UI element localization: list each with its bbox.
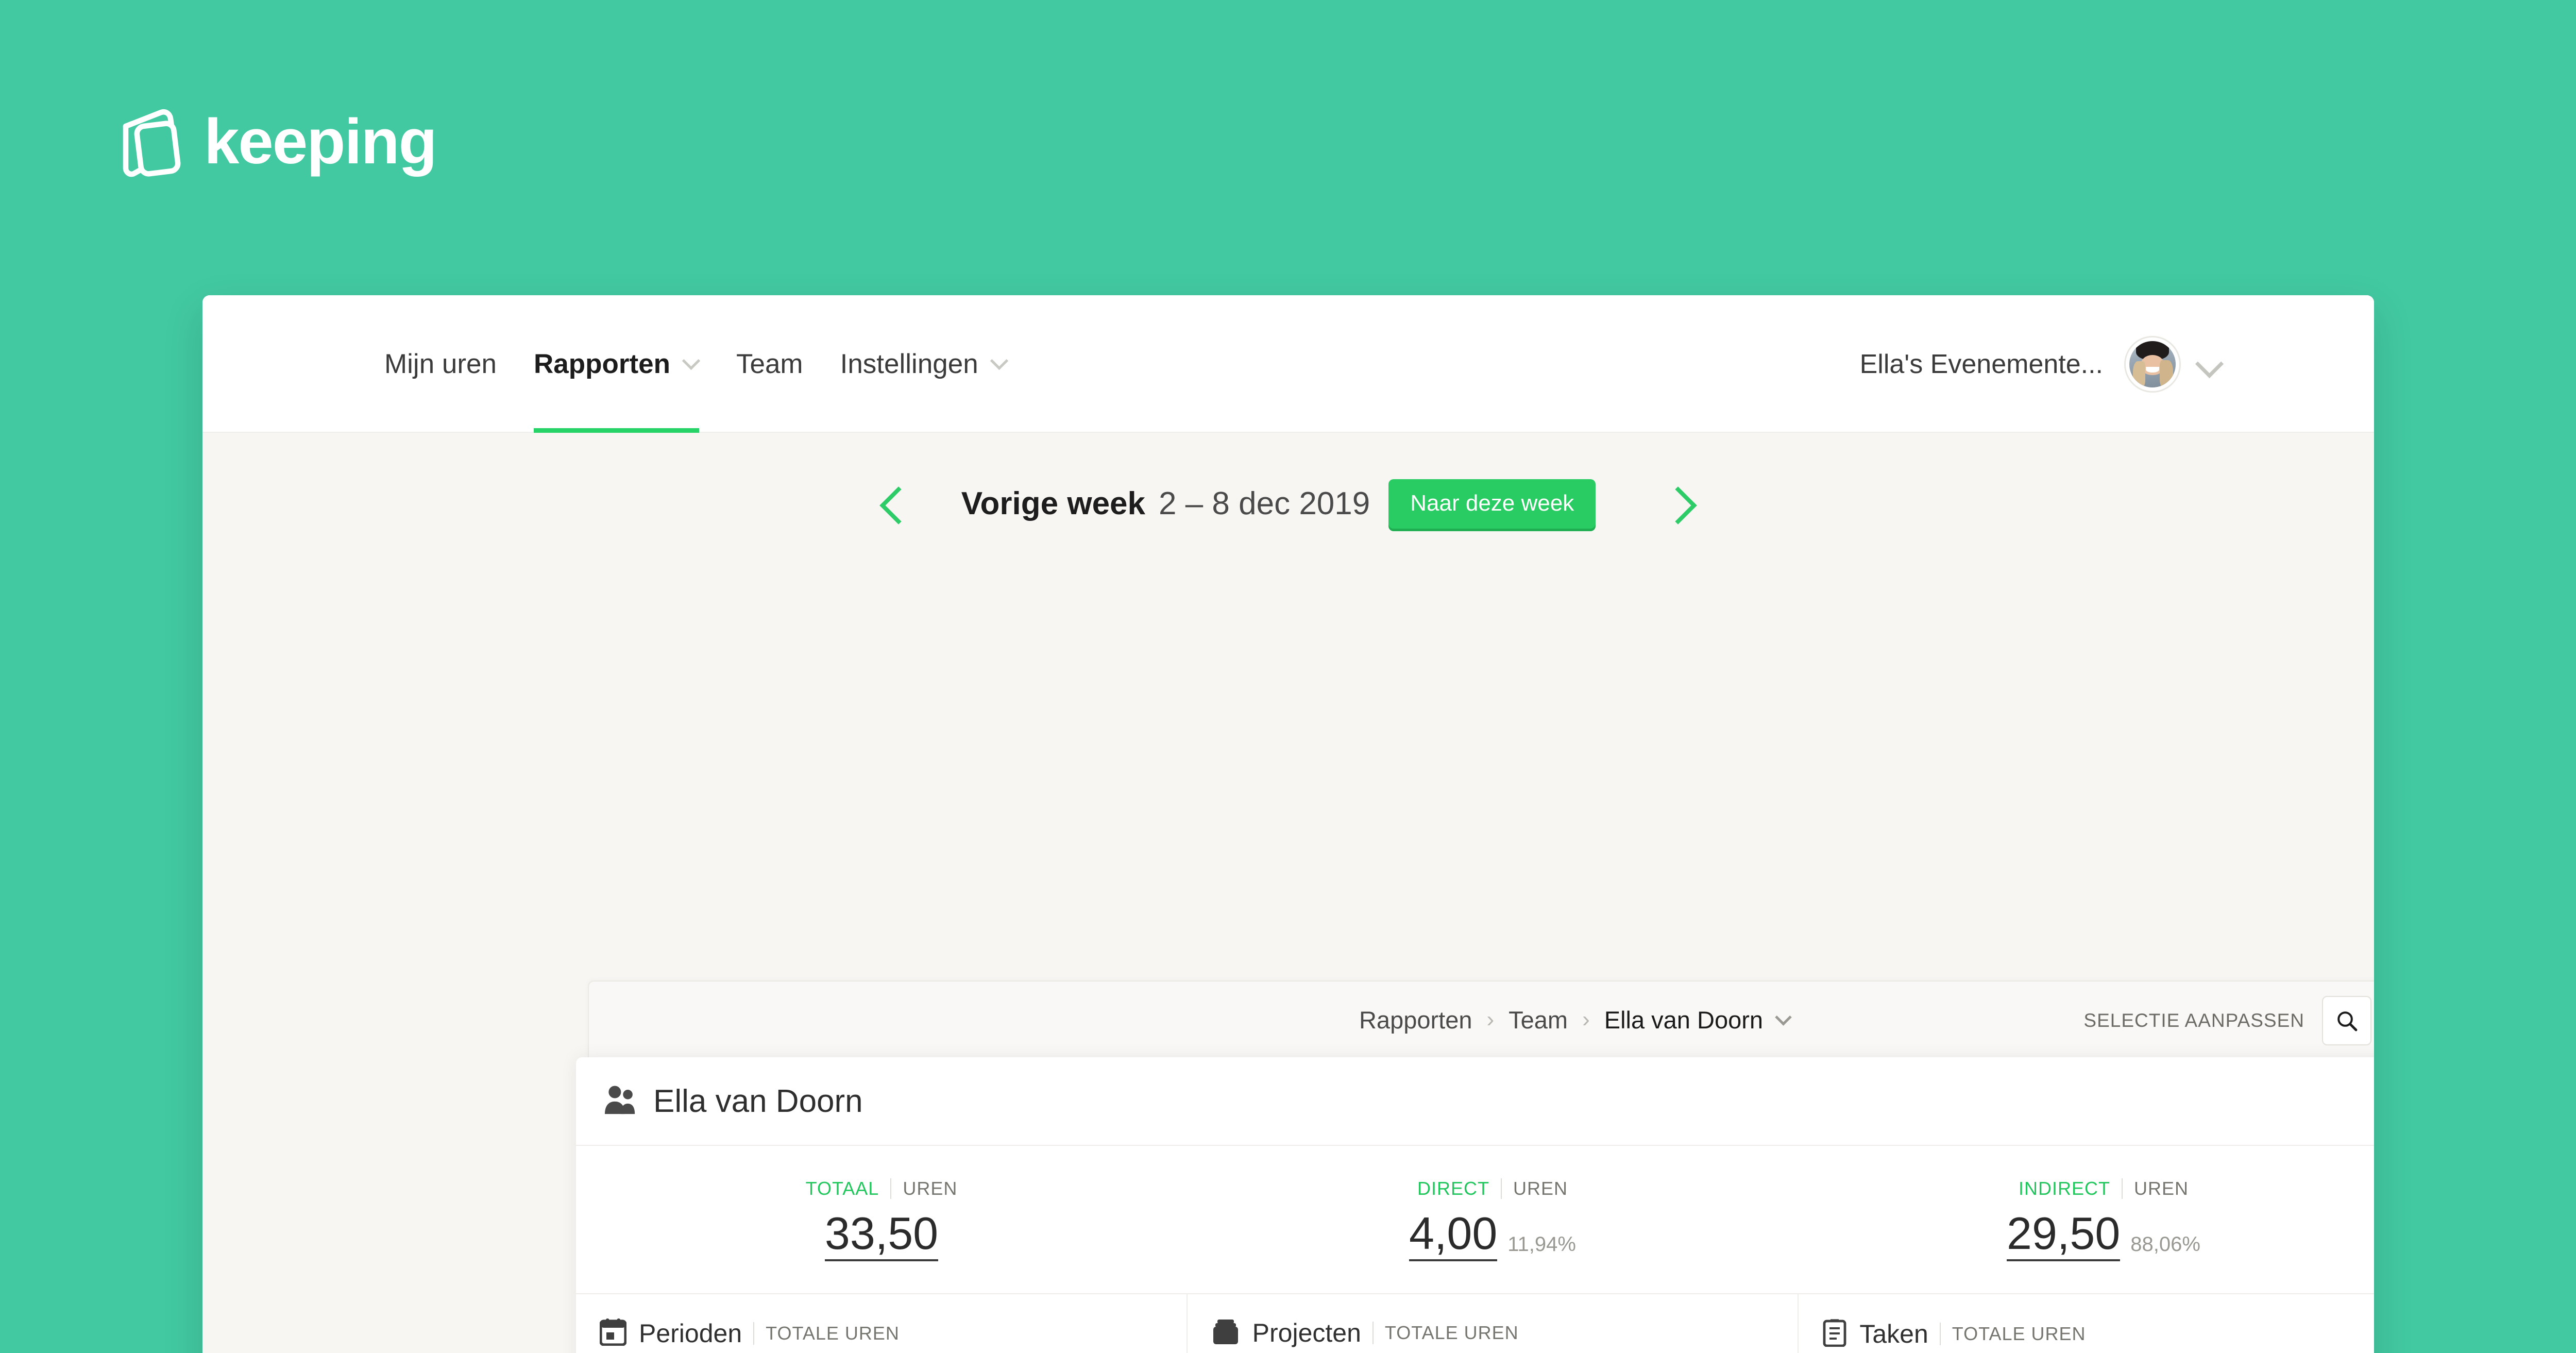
selection-controls: SELECTIE AANPASSEN: [2083, 982, 2371, 1060]
line-chart: ma 2di 3wo 4do 5vr 6za 7zo 8: [576, 1348, 1187, 1353]
nav-item-label: Rapporten: [533, 349, 670, 379]
breadcrumb-separator: ›: [1486, 1007, 1495, 1032]
avatar[interactable]: [2126, 337, 2179, 391]
app-window: Mijn uren Rapporten Team Instellingen El…: [202, 295, 2374, 1353]
panel-title: Projecten: [1252, 1318, 1361, 1347]
search-button[interactable]: [2322, 996, 2371, 1045]
page-title: Ella van Doorn: [653, 1083, 863, 1119]
chevron-down-icon: [992, 353, 1007, 369]
stat-kind: INDIRECT: [2018, 1178, 2110, 1199]
panel-projecten: Projecten TOTALE UREN Sjoerd'skerst... V…: [1186, 1294, 1798, 1353]
brand-logo: keeping: [113, 103, 437, 180]
divider: [890, 1178, 892, 1199]
people-icon: [604, 1084, 638, 1119]
week-navigation: Vorige week 2 – 8 dec 2019 Naar deze wee…: [202, 433, 2374, 537]
chevron-right-icon[interactable]: [1662, 485, 1700, 523]
panel-title: Taken: [1859, 1319, 1928, 1348]
nav-item-label: Team: [736, 349, 803, 379]
nav-item-team[interactable]: Team: [718, 295, 822, 433]
nav-item-label: Mijn uren: [384, 349, 497, 379]
breadcrumb: Rapporten › Team › Ella van Doorn: [1194, 1006, 1791, 1034]
divider: [1372, 1322, 1374, 1344]
panel-subtitle: TOTALE UREN: [1952, 1323, 2086, 1344]
nav-item-mijn-uren[interactable]: Mijn uren: [366, 295, 515, 433]
report-card: Ella van Doorn TOTAAL UREN 33,50 DIRECT …: [576, 1057, 2374, 1353]
panel-taken: Taken TOTALE UREN 33,50 Vergaderen Cater…: [1798, 1294, 2374, 1353]
calendar-icon: [599, 1318, 627, 1348]
week-range: 2 – 8 dec 2019: [1159, 486, 1370, 521]
organisation-name: Ella's Evenemente...: [1859, 349, 2103, 379]
nav-item-rapporten[interactable]: Rapporten: [515, 295, 718, 433]
breadcrumb-item-rapporten[interactable]: Rapporten: [1359, 1006, 1472, 1034]
brand-name: keeping: [204, 106, 437, 177]
keeping-logo-icon: [123, 109, 181, 177]
panel-subtitle: TOTALE UREN: [766, 1322, 900, 1344]
breadcrumb-current[interactable]: Ella van Doorn: [1604, 1006, 1763, 1034]
stat-unit: UREN: [2133, 1178, 2189, 1199]
stat-percentage: 11,94%: [1507, 1233, 1576, 1256]
chevron-down-icon: [684, 353, 699, 369]
stat-direct: DIRECT UREN 4,00 11,94%: [1187, 1146, 1798, 1293]
chevron-down-icon[interactable]: [2198, 352, 2222, 376]
panel-title: Perioden: [639, 1318, 742, 1348]
stat-totaal: TOTAAL UREN 33,50: [576, 1146, 1187, 1293]
stat-indirect: INDIRECT UREN 29,50 88,06%: [1798, 1146, 2374, 1293]
nav-items: Mijn uren Rapporten Team Instellingen: [366, 295, 1026, 433]
report-header: Ella van Doorn: [576, 1057, 2374, 1146]
panel-perioden: Perioden TOTALE UREN ma 2di 3wo 4do 5vr …: [576, 1294, 1187, 1353]
stats-row: TOTAAL UREN 33,50 DIRECT UREN 4,00 11,94…: [576, 1146, 2374, 1294]
donut-chart: 33,50 Vergaderen Catering Financieel & A…: [1799, 1349, 2374, 1353]
stat-kind: DIRECT: [1417, 1178, 1489, 1199]
top-navigation-bar: Mijn uren Rapporten Team Instellingen El…: [202, 295, 2374, 433]
stat-value: 33,50: [824, 1211, 939, 1261]
nav-item-instellingen[interactable]: Instellingen: [822, 295, 1026, 433]
charts-row: Perioden TOTALE UREN ma 2di 3wo 4do 5vr …: [576, 1294, 2374, 1353]
breadcrumb-bar: Rapporten › Team › Ella van Doorn SELECT…: [588, 980, 2374, 1059]
this-week-button[interactable]: Naar deze week: [1388, 479, 1596, 529]
stat-kind: TOTAAL: [805, 1178, 879, 1199]
panel-subtitle: TOTALE UREN: [1384, 1322, 1519, 1343]
briefcase-icon: [1211, 1318, 1240, 1348]
search-icon: [2337, 1011, 2358, 1031]
chevron-left-icon[interactable]: [877, 485, 915, 523]
stat-value: 4,00: [1409, 1211, 1498, 1261]
stat-unit: UREN: [1513, 1178, 1568, 1199]
week-label: Vorige week: [961, 486, 1146, 521]
breadcrumb-separator: ›: [1582, 1007, 1590, 1032]
selection-label: SELECTIE AANPASSEN: [2083, 1010, 2304, 1031]
divider: [1500, 1178, 1502, 1199]
stat-unit: UREN: [903, 1178, 958, 1199]
page-body: Vorige week 2 – 8 dec 2019 Naar deze wee…: [202, 433, 2374, 1353]
divider: [753, 1322, 755, 1345]
account-menu[interactable]: Ella's Evenemente...: [1860, 295, 2222, 433]
clipboard-icon: [1822, 1318, 1847, 1349]
stat-value: 29,50: [2007, 1211, 2121, 1261]
breadcrumb-item-team[interactable]: Team: [1509, 1006, 1568, 1034]
stat-percentage: 88,06%: [2130, 1233, 2200, 1256]
divider: [2121, 1178, 2123, 1199]
chevron-down-icon[interactable]: [1776, 1010, 1791, 1025]
nav-item-label: Instellingen: [840, 349, 978, 379]
bar-chart: Sjoerd'skerst... Verjaardagvan Bas Nieuw…: [1188, 1348, 1798, 1353]
divider: [1939, 1322, 1941, 1345]
